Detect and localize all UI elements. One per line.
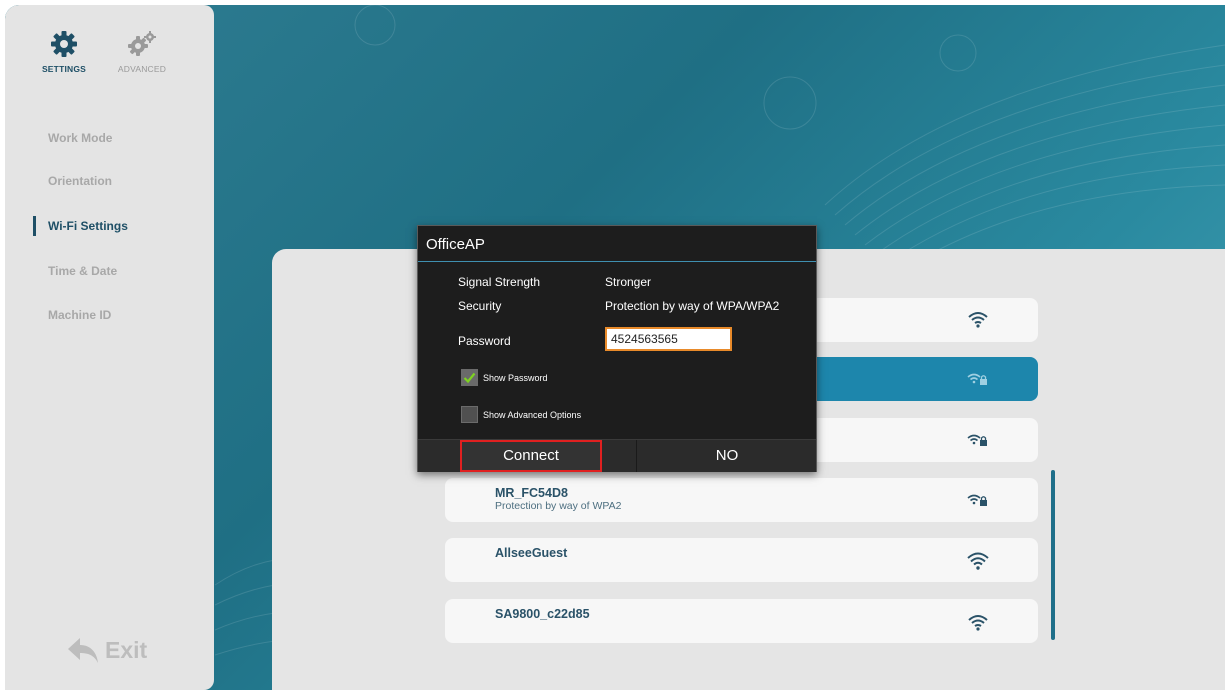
sidebar-item-orientation[interactable]: Orientation <box>48 174 112 188</box>
show-advanced-label: Show Advanced Options <box>483 410 582 420</box>
dialog-divider <box>418 261 816 262</box>
security-label: Security <box>458 299 502 313</box>
gear-icon <box>51 31 77 57</box>
sidebar-item-wifi-settings[interactable]: Wi-Fi Settings <box>48 219 128 233</box>
security-value: Protection by way of WPA/WPA2 <box>605 299 780 313</box>
active-indicator <box>33 216 36 236</box>
checkmark-icon <box>463 372 476 384</box>
wifi-connect-dialog: OfficeAP Signal Strength Stronger Securi… <box>417 225 817 472</box>
app-frame: SETTINGS ADVANCED Work Mode Orientation … <box>5 5 1225 690</box>
tab-advanced[interactable]: ADVANCED <box>112 30 172 74</box>
wifi-lock-icon <box>967 434 987 446</box>
password-label: Password <box>458 334 511 348</box>
show-password-checkbox[interactable] <box>461 369 478 386</box>
sidebar: SETTINGS ADVANCED Work Mode Orientation … <box>5 5 214 690</box>
wifi-network-item[interactable]: AllseeGuest <box>445 538 1038 582</box>
tab-advanced-label: ADVANCED <box>117 64 167 74</box>
sidebar-item-time-date[interactable]: Time & Date <box>48 264 117 278</box>
scrollbar[interactable] <box>1051 470 1055 640</box>
exit-label: Exit <box>105 636 148 663</box>
dialog-button-bar: Connect NO <box>418 439 816 472</box>
sidebar-item-machine-id[interactable]: Machine ID <box>48 308 111 322</box>
dialog-title: OfficeAP <box>426 236 485 253</box>
wifi-signal-icon <box>968 312 988 328</box>
sidebar-item-work-mode[interactable]: Work Mode <box>48 131 112 145</box>
wifi-lock-icon <box>967 373 987 385</box>
signal-strength-label: Signal Strength <box>458 275 541 289</box>
signal-strength-value: Stronger <box>605 275 652 289</box>
connect-button[interactable]: Connect <box>460 440 602 472</box>
wifi-network-item[interactable]: MR_FC54D8 Protection by way of WPA2 <box>445 478 1038 522</box>
wifi-network-name: AllseeGuest <box>495 546 568 560</box>
no-button[interactable]: NO <box>636 440 817 472</box>
wifi-signal-icon <box>967 552 989 570</box>
wifi-network-name: SA9800_c22d85 <box>495 607 590 621</box>
back-arrow-icon <box>68 638 98 663</box>
tab-settings-label: SETTINGS <box>41 64 87 74</box>
wifi-signal-icon <box>968 615 988 631</box>
wifi-lock-icon <box>967 494 987 506</box>
gears-icon <box>128 31 156 56</box>
exit-button[interactable]: Exit <box>67 632 147 668</box>
password-input[interactable]: 4524563565 <box>605 327 732 351</box>
wifi-network-name: MR_FC54D8 <box>495 486 568 500</box>
wifi-network-security: Protection by way of WPA2 <box>495 500 622 512</box>
show-password-label: Show Password <box>483 373 548 383</box>
tab-settings[interactable]: SETTINGS <box>34 30 94 74</box>
show-advanced-checkbox[interactable] <box>461 406 478 423</box>
wifi-network-item[interactable]: SA9800_c22d85 <box>445 599 1038 643</box>
